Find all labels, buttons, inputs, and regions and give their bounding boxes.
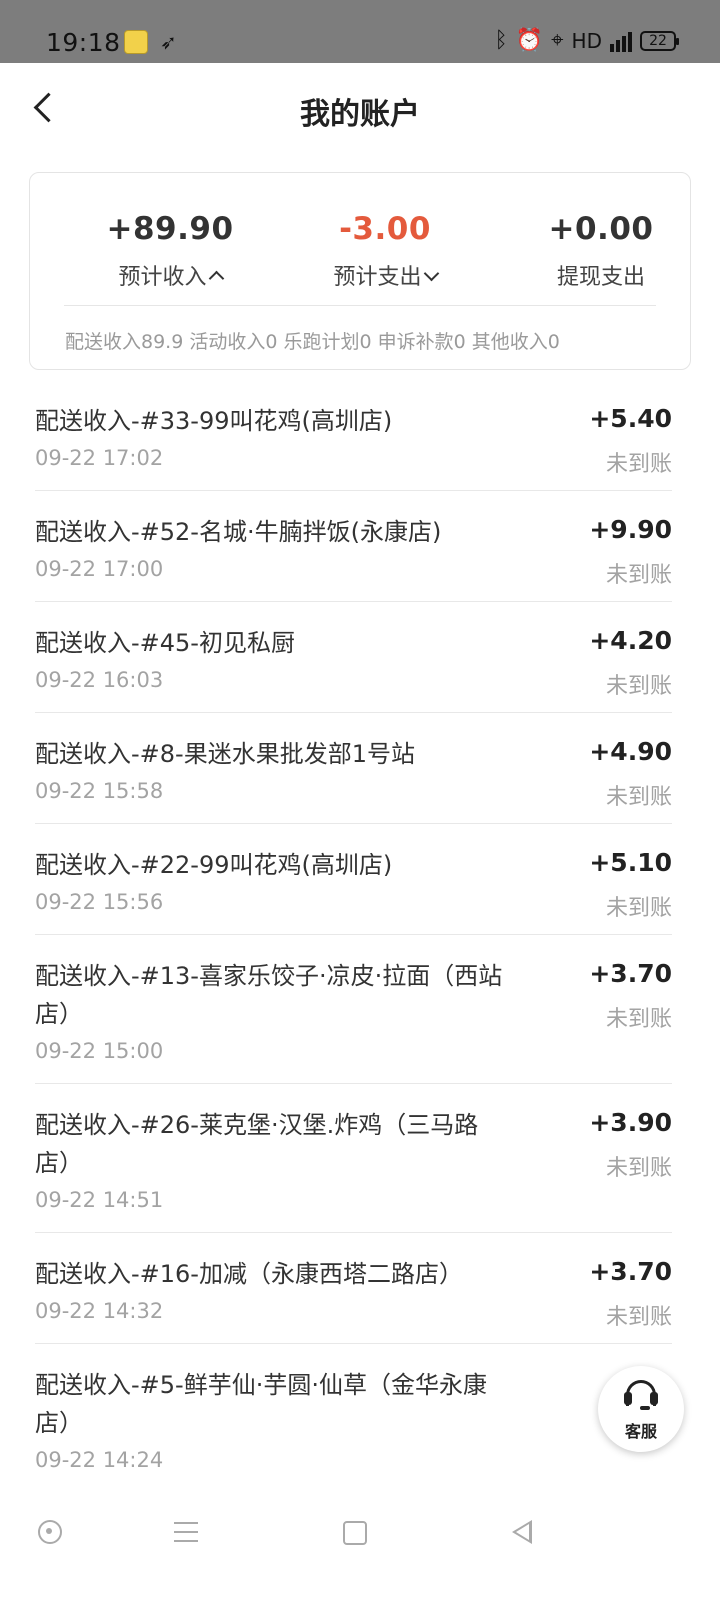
transaction-status: 未到账 bbox=[605, 674, 672, 699]
account-summary-card: +89.90 预计收入 -3.00 预计支出 +0.00 提现支出 配送收入89… bbox=[29, 172, 691, 370]
battery-icon: 22 bbox=[640, 31, 679, 51]
transaction-status: 未到账 bbox=[605, 1007, 672, 1032]
transaction-title: 配送收入-#16-加减（永康西塔二路店） bbox=[35, 1260, 463, 1288]
expense-summary[interactable]: -3.00 预计支出 bbox=[285, 211, 485, 291]
transaction-time: 09-22 15:00 bbox=[35, 1039, 164, 1063]
status-right: ᛒ ⏰ ⌖ HD 22 bbox=[494, 28, 679, 54]
nav-recents-icon[interactable] bbox=[333, 1512, 373, 1552]
notification-icons: ➶ bbox=[124, 30, 177, 54]
income-toggle[interactable]: 预计收入 bbox=[70, 259, 270, 291]
transaction-status: 未到账 bbox=[605, 785, 672, 810]
location-icon: ⌖ bbox=[551, 28, 564, 53]
alarm-icon: ⏰ bbox=[515, 28, 544, 53]
nav-back-icon[interactable] bbox=[500, 1512, 540, 1552]
income-label: 预计收入 bbox=[118, 265, 207, 290]
transaction-row[interactable]: 配送收入-#33-99叫花鸡(高圳店) 09-22 17:02 +5.40 未到… bbox=[35, 380, 672, 491]
transaction-amount: +3.70 bbox=[589, 959, 672, 988]
transaction-amount: +5.10 bbox=[589, 848, 672, 877]
expense-label: 预计支出 bbox=[333, 265, 422, 290]
transaction-time: 09-22 17:00 bbox=[35, 557, 164, 581]
transaction-status: 未到账 bbox=[605, 1305, 672, 1330]
plane-icon: ➶ bbox=[160, 30, 177, 54]
income-breakdown: 配送收入89.9 活动收入0 乐跑计划0 申诉补款0 其他收入0 bbox=[65, 331, 560, 353]
transaction-title: 配送收入-#33-99叫花鸡(高圳店) bbox=[35, 407, 393, 435]
transaction-row[interactable]: 配送收入-#16-加减（永康西塔二路店） 09-22 14:32 +3.70 未… bbox=[35, 1233, 672, 1344]
income-value: +89.90 bbox=[106, 211, 234, 247]
bluetooth-icon: ᛒ bbox=[494, 28, 508, 53]
header: 我的账户 bbox=[0, 63, 720, 163]
customer-service-label: 客服 bbox=[624, 1422, 657, 1441]
income-summary[interactable]: +89.90 预计收入 bbox=[70, 211, 270, 291]
transaction-time: 09-22 14:51 bbox=[35, 1188, 164, 1212]
expense-toggle[interactable]: 预计支出 bbox=[285, 259, 485, 291]
transaction-amount: +3.70 bbox=[589, 1257, 672, 1286]
transaction-time: 09-22 14:32 bbox=[35, 1299, 164, 1323]
transaction-title: 配送收入-#8-果迷水果批发部1号站 bbox=[35, 740, 415, 768]
withdraw-value: +0.00 bbox=[548, 211, 654, 247]
transaction-amount: +4.20 bbox=[589, 626, 672, 655]
transaction-title: 配送收入-#13-喜家乐饺子·凉皮·拉面（西站店） bbox=[35, 962, 503, 1028]
transaction-row[interactable]: 配送收入-#45-初见私厨 09-22 16:03 +4.20 未到账 bbox=[35, 602, 672, 713]
customer-service-button[interactable]: 客服 bbox=[598, 1366, 684, 1452]
transaction-title: 配送收入-#22-99叫花鸡(高圳店) bbox=[35, 851, 393, 879]
chevron-down-icon bbox=[423, 265, 439, 281]
summary-divider bbox=[64, 305, 656, 306]
transaction-status: 未到账 bbox=[605, 896, 672, 921]
transaction-status: 未到账 bbox=[605, 1156, 672, 1181]
transaction-amount: +9.90 bbox=[589, 515, 672, 544]
transaction-time: 09-22 15:56 bbox=[35, 890, 164, 914]
signal-icon bbox=[610, 30, 632, 52]
transaction-time: 09-22 16:03 bbox=[35, 668, 164, 692]
chevron-up-icon bbox=[208, 270, 224, 286]
transaction-amount: +4.90 bbox=[589, 737, 672, 766]
withdraw-label: 提现支出 bbox=[556, 265, 645, 290]
transaction-row[interactable]: 配送收入-#8-果迷水果批发部1号站 09-22 15:58 +4.90 未到账 bbox=[35, 713, 672, 824]
transaction-title: 配送收入-#52-名城·牛腩拌饭(永康店) bbox=[35, 518, 442, 546]
transaction-row[interactable]: 配送收入-#52-名城·牛腩拌饭(永康店) 09-22 17:00 +9.90 … bbox=[35, 491, 672, 602]
network-type: HD bbox=[571, 29, 602, 53]
transaction-row[interactable]: 配送收入-#13-喜家乐饺子·凉皮·拉面（西站店） 09-22 15:00 +3… bbox=[35, 935, 672, 1084]
page-title: 我的账户 bbox=[300, 97, 420, 132]
transaction-amount: +3.90 bbox=[589, 1108, 672, 1137]
transaction-status: 未到账 bbox=[605, 452, 672, 477]
nav-menu-icon[interactable] bbox=[166, 1512, 206, 1552]
headset-icon bbox=[622, 1378, 660, 1412]
withdraw-label-row: 提现支出 bbox=[501, 259, 701, 291]
transaction-title: 配送收入-#45-初见私厨 bbox=[35, 629, 295, 657]
transaction-status: 未到账 bbox=[605, 563, 672, 588]
transaction-title: 配送收入-#5-鲜芋仙·芋圆·仙草（金华永康店） bbox=[35, 1371, 487, 1437]
transaction-time: 09-22 15:58 bbox=[35, 779, 164, 803]
transaction-amount: +5.40 bbox=[589, 404, 672, 433]
transaction-row[interactable]: 配送收入-#22-99叫花鸡(高圳店) 09-22 15:56 +5.10 未到… bbox=[35, 824, 672, 935]
app-notification-icon bbox=[124, 30, 148, 54]
system-nav-bar bbox=[0, 1490, 720, 1600]
status-bar: 19:18 ➶ ᛒ ⏰ ⌖ HD 22 bbox=[0, 0, 720, 63]
withdraw-summary: +0.00 提现支出 bbox=[501, 211, 701, 291]
transaction-time: 09-22 14:24 bbox=[35, 1448, 164, 1472]
transaction-title: 配送收入-#26-莱克堡·汉堡.炸鸡（三马路店） bbox=[35, 1111, 479, 1177]
transaction-list: 配送收入-#33-99叫花鸡(高圳店) 09-22 17:02 +5.40 未到… bbox=[35, 380, 672, 1492]
transaction-row[interactable]: 配送收入-#26-莱克堡·汉堡.炸鸡（三马路店） 09-22 14:51 +3.… bbox=[35, 1084, 672, 1233]
transaction-row[interactable]: 配送收入-#5-鲜芋仙·芋圆·仙草（金华永康店） 09-22 14:24 bbox=[35, 1344, 672, 1492]
status-time: 19:18 bbox=[46, 28, 121, 57]
nav-home-icon[interactable] bbox=[30, 1512, 70, 1552]
transaction-time: 09-22 17:02 bbox=[35, 446, 164, 470]
expense-value: -3.00 bbox=[339, 211, 431, 247]
